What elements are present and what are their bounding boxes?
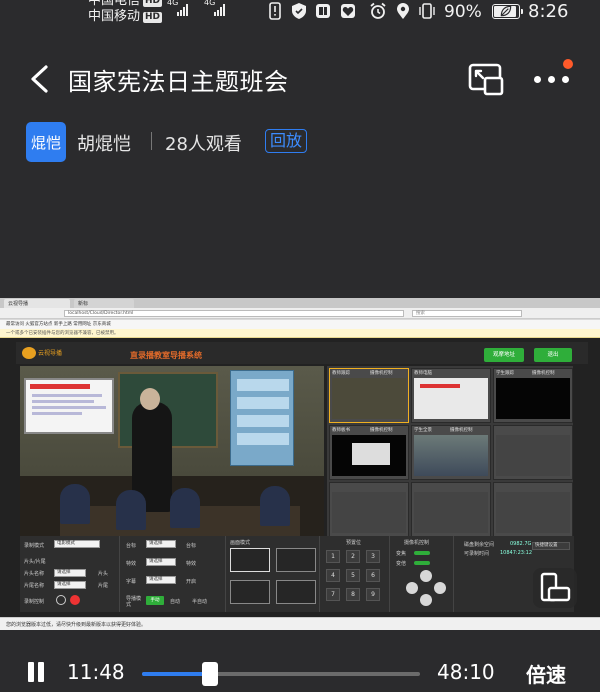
- carrier-2: 中国移动 HD: [88, 9, 163, 24]
- battery-percent: 90%: [444, 2, 482, 22]
- status-bar: 中国电信 HD 中国移动 HD 4G 4G 90% 8:26: [0, 0, 600, 30]
- thumb-empty: [411, 482, 491, 537]
- camera-thumbnails: 教师跟踪 摄像机控制 教师电脑 学生跟踪 摄像机控制 教师板书 摄像机控制 学生全景摄…: [327, 366, 573, 537]
- preset-button: 9: [366, 588, 380, 601]
- browser-statusbar: 您的浏览器版本过低，请尽快升级到最新版本以获得更好体验。: [0, 617, 600, 630]
- browser-urlbar: localhost/Cloud/Director.html 搜索: [0, 308, 600, 319]
- thumb-student-track: 学生跟踪 摄像机控制: [493, 368, 573, 423]
- director-control-panel: 录制模式 电影模式 片头/片尾 片头名称 请选择 片头 片尾名称 请选择 片尾 …: [20, 536, 574, 612]
- browser-search: 搜索: [412, 310, 522, 317]
- thumb-teacher-track: 教师跟踪 摄像机控制: [329, 368, 409, 423]
- browser-url: localhost/Cloud/Director.html: [64, 310, 404, 317]
- replay-badge: 回放: [265, 129, 308, 153]
- sun-logo-icon: [22, 347, 36, 359]
- preset-button: 7: [326, 588, 340, 601]
- main-camera-view: [20, 366, 324, 536]
- shield-icon: [292, 3, 306, 19]
- signal-2-icon: 4G: [204, 0, 225, 16]
- exit-button: 退出: [534, 348, 572, 362]
- video-player[interactable]: 云视导播 新标 localhost/Cloud/Director.html 搜索…: [0, 298, 600, 630]
- thumb-teacher-board: 教师板书 摄像机控制: [329, 425, 409, 480]
- system-title: 直录播教室导播系统: [130, 351, 202, 360]
- preset-button: 3: [366, 550, 380, 563]
- preset-button: 8: [346, 588, 360, 601]
- projector-screen: [24, 378, 114, 434]
- alert-icon: [269, 2, 281, 20]
- browser-tabbar: 云视导播 新标: [0, 298, 600, 308]
- viewer-count: 28人观看: [165, 134, 242, 155]
- book-icon: [316, 4, 330, 18]
- system-logo-text: 云视导播: [38, 350, 63, 357]
- notification-dot: [563, 59, 573, 69]
- leaf-icon: [500, 5, 512, 17]
- browser-warning: 一个或多个已安装插件与您的浏览器不兼容，已被禁用。: [0, 329, 600, 338]
- duration: 48:10: [437, 660, 495, 684]
- vibrate-icon: [419, 3, 435, 19]
- seek-bar[interactable]: [142, 662, 420, 686]
- avatar[interactable]: 焜恺: [26, 122, 66, 162]
- alarm-icon: [370, 2, 386, 19]
- picture-in-picture-icon[interactable]: [468, 62, 504, 96]
- chevron-left-icon[interactable]: [26, 64, 54, 94]
- pause-icon[interactable]: [26, 662, 46, 684]
- more-dots-icon[interactable]: [534, 70, 574, 88]
- thumb-student-panorama: 学生全景 摄像机控制: [411, 425, 491, 480]
- location-icon: [397, 3, 409, 19]
- signal-1-icon: 4G: [167, 0, 188, 16]
- wall-poster: [230, 370, 294, 466]
- preset-button: 5: [346, 569, 360, 582]
- rotate-screen-icon[interactable]: [533, 568, 577, 608]
- thumb-empty: [493, 425, 573, 480]
- battery-icon: [492, 4, 523, 19]
- browser-bookmarks: 最常访问 火狐官方站点 新手上路 常用网址 京东商城: [0, 320, 600, 329]
- page-title: 国家宪法日主题班会: [68, 68, 289, 96]
- status-time: 8:26: [528, 1, 569, 22]
- browser-tab: 新标: [74, 299, 134, 308]
- preset-button: 6: [366, 569, 380, 582]
- preset-button: 4: [326, 569, 340, 582]
- observe-button: 观摩地址: [484, 348, 524, 362]
- thumb-empty: [329, 482, 409, 537]
- preset-button: 1: [326, 550, 340, 563]
- current-time: 11:48: [67, 660, 125, 684]
- divider: [151, 132, 152, 150]
- host-name[interactable]: 胡焜恺: [77, 130, 131, 156]
- seek-handle[interactable]: [202, 662, 219, 686]
- preset-button: 2: [346, 550, 360, 563]
- speed-button[interactable]: 倍速: [526, 659, 566, 688]
- thumb-empty: [493, 482, 573, 537]
- carrier-1: 中国电信 HD: [88, 0, 163, 8]
- browser-tab: 云视导播: [4, 299, 70, 308]
- thumb-teacher-pc: 教师电脑: [411, 368, 491, 423]
- heart-icon: [341, 4, 355, 18]
